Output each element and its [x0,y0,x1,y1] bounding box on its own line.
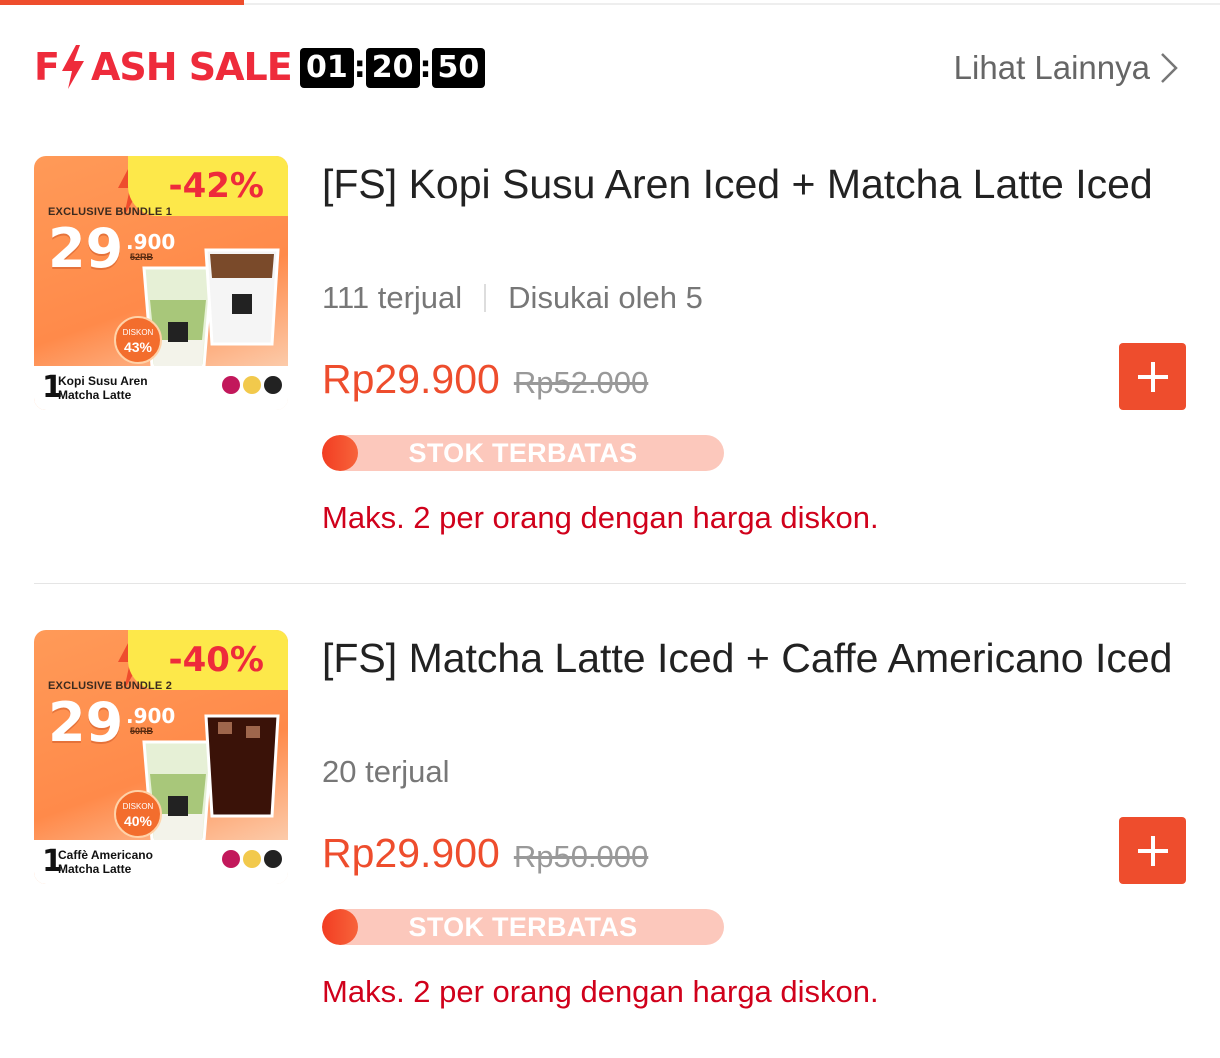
original-price: Rp50.000 [513,839,649,874]
thumb-footer: 1 Kopi Susu Aren Matcha Latte [34,366,288,410]
certificate-logo-icon [243,850,261,868]
discount-sticker-word: DISKON [122,328,154,337]
brand-logo-icon [264,850,282,868]
discount-sticker: DISKON 43% [114,316,162,364]
product-title[interactable]: [FS] Kopi Susu Aren Iced + Matcha Latte … [322,156,1186,212]
stock-bar: STOK TERBATAS [322,909,724,945]
bundle-item-name: Kopi Susu Aren [58,374,148,388]
discount-percent: -42% [168,166,265,206]
page-progress-bar [0,0,1220,6]
progress-fill [0,0,244,5]
add-to-cart-button[interactable] [1119,343,1186,410]
timer-hours: 01 [300,48,354,88]
add-to-cart-button[interactable] [1119,817,1186,884]
discount-sticker-percent: 40% [123,813,153,829]
halal-logo-icon [222,376,240,394]
timer-separator: : [419,50,432,85]
chevron-right-icon [1161,53,1178,83]
flash-sale-header: F ASH SALE 01 : 20 : 50 Lihat Lainnya [34,40,1186,96]
thumb-footer: 1 Caffè Americano Matcha Latte [34,840,288,884]
americano-cup-image [204,714,280,818]
logo-text: ASH SALE [90,45,293,89]
certification-logos [222,376,282,394]
promo-price-big: 29 [48,691,124,754]
sold-count: 111 terjual [322,280,463,315]
lightning-bolt-icon [61,45,84,89]
discount-sticker-word: DISKON [122,802,154,811]
liked-count: Disukai oleh 5 [508,280,703,315]
timer-seconds: 50 [431,48,486,88]
purchase-limit-text: Maks. 2 per orang dengan harga diskon. [322,974,879,1009]
timer-minutes: 20 [365,48,420,88]
meta-divider [484,284,487,312]
product-card[interactable]: -40% EXCLUSIVE BUNDLE 2 29 .900 50RB DIS… [34,630,1186,1020]
certification-logos [222,850,282,868]
bundle-items: Kopi Susu Aren Matcha Latte [58,374,148,402]
bundle-item-name: Matcha Latte [58,388,132,402]
flash-sale-logo: F ASH SALE [34,42,293,92]
plus-icon [1137,835,1168,866]
logo-letter-f: F [34,45,60,89]
certificate-logo-icon [243,376,261,394]
price-row: Rp29.900 Rp52.000 [322,356,648,403]
bundle-item-name: Caffè Americano [58,848,153,862]
countdown-timer: 01 : 20 : 50 [300,48,486,88]
sold-count: 20 terjual [322,754,450,789]
product-image[interactable]: -42% EXCLUSIVE BUNDLE 1 29 .900 52RB DIS… [34,156,288,410]
bundle-item-name: Matcha Latte [58,862,132,876]
discount-percent: -40% [168,640,265,680]
purchase-limit-text: Maks. 2 per orang dengan harga diskon. [322,500,879,535]
price-row: Rp29.900 Rp50.000 [322,830,648,877]
card-divider [34,583,1186,584]
brand-logo-icon [264,376,282,394]
stock-label: STOK TERBATAS [408,438,638,468]
sale-price: Rp29.900 [322,356,500,402]
see-more-label: Lihat Lainnya [953,49,1150,86]
see-more-link[interactable]: Lihat Lainnya [954,48,1180,88]
discount-sticker-percent: 43% [123,339,153,355]
stock-label: STOK TERBATAS [408,912,638,942]
timer-separator: : [353,50,366,85]
product-card[interactable]: -42% EXCLUSIVE BUNDLE 1 29 .900 52RB DIS… [34,156,1186,546]
product-meta: 111 terjual Disukai oleh 5 [322,280,703,316]
halal-logo-icon [222,850,240,868]
original-price: Rp52.000 [513,365,649,400]
product-title[interactable]: [FS] Matcha Latte Iced + Caffe Americano… [322,630,1186,686]
promo-price-big: 29 [48,217,124,280]
promo-price-small: .900 [126,230,176,254]
discount-sticker: DISKON 40% [114,790,162,838]
product-meta: 20 terjual [322,754,450,790]
promo-price-small: .900 [126,704,176,728]
plus-icon [1137,361,1168,392]
stock-bar: STOK TERBATAS [322,435,724,471]
bundle-items: Caffè Americano Matcha Latte [58,848,153,876]
sale-price: Rp29.900 [322,830,500,876]
kopi-susu-cup-image [204,248,280,346]
product-image[interactable]: -40% EXCLUSIVE BUNDLE 2 29 .900 50RB DIS… [34,630,288,884]
